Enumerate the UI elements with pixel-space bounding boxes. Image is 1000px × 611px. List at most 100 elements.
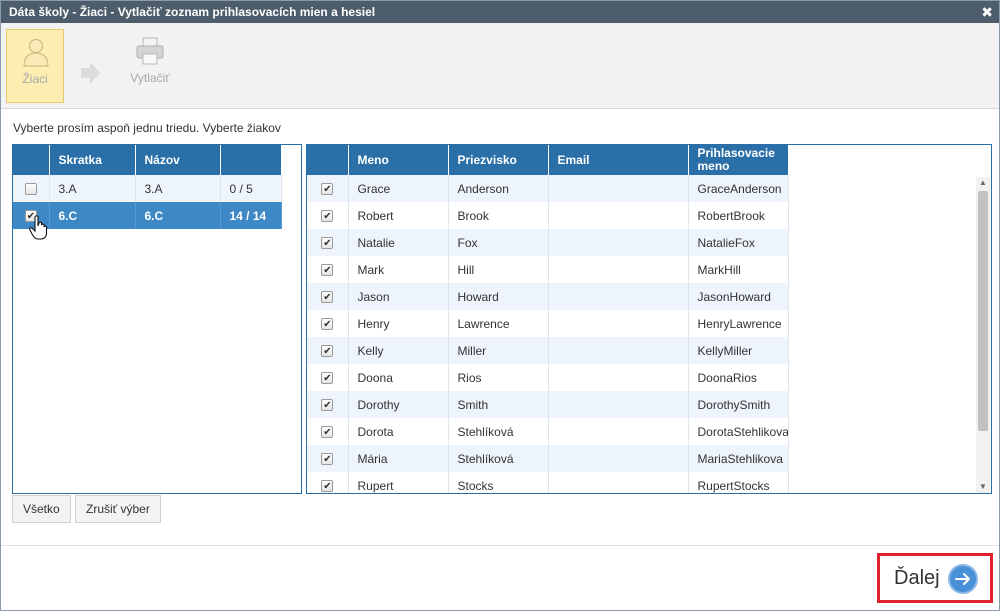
student-email bbox=[548, 472, 689, 493]
student-checkbox[interactable] bbox=[321, 399, 334, 412]
select-all-button[interactable]: Všetko bbox=[12, 495, 71, 523]
step-print[interactable]: Vytlačiť bbox=[121, 29, 179, 103]
classes-table: Skratka Názov 3.A 3.A 0 / 5 6.C 6.C 14 /… bbox=[13, 145, 282, 229]
student-row[interactable]: DorotaStehlíková DorotaStehlikova bbox=[307, 418, 789, 445]
student-email bbox=[548, 202, 689, 229]
student-login: RobertBrook bbox=[688, 202, 789, 229]
student-email bbox=[548, 229, 689, 256]
student-last-name: Stehlíková bbox=[448, 418, 549, 445]
student-first-name: Dorothy bbox=[348, 391, 449, 418]
student-checkbox-cell bbox=[307, 310, 349, 337]
student-checkbox[interactable] bbox=[321, 480, 334, 493]
class-name: 3.A bbox=[135, 175, 221, 202]
student-last-name: Fox bbox=[448, 229, 549, 256]
student-checkbox[interactable] bbox=[321, 237, 334, 250]
student-checkbox-cell bbox=[307, 229, 349, 256]
student-row[interactable]: RupertStocks RupertStocks bbox=[307, 472, 789, 493]
window-title: Dáta školy - Žiaci - Vytlačiť zoznam pri… bbox=[9, 5, 376, 19]
student-checkbox-cell bbox=[307, 418, 349, 445]
student-checkbox-cell bbox=[307, 337, 349, 364]
classes-header-row: Skratka Názov bbox=[13, 145, 282, 175]
step-students[interactable]: Žiaci bbox=[6, 29, 64, 103]
students-panel: Meno Priezvisko Email Prihlasovacie meno… bbox=[306, 144, 992, 494]
student-checkbox[interactable] bbox=[321, 183, 334, 196]
student-last-name: Rios bbox=[448, 364, 549, 391]
student-first-name: Mark bbox=[348, 256, 449, 283]
arrow-right-icon bbox=[81, 62, 100, 84]
student-login: HenryLawrence bbox=[688, 310, 789, 337]
student-row[interactable]: NatalieFox NatalieFox bbox=[307, 229, 789, 256]
classes-header-abbr[interactable]: Skratka bbox=[49, 145, 136, 175]
scroll-thumb[interactable] bbox=[978, 191, 988, 431]
class-count: 14 / 14 bbox=[220, 202, 282, 229]
student-checkbox[interactable] bbox=[321, 291, 334, 304]
class-row[interactable]: 3.A 3.A 0 / 5 bbox=[13, 175, 282, 202]
student-checkbox[interactable] bbox=[321, 318, 334, 331]
step-students-label: Žiaci bbox=[22, 72, 48, 86]
student-checkbox[interactable] bbox=[321, 345, 334, 358]
students-header-last[interactable]: Priezvisko bbox=[448, 145, 549, 175]
class-checkbox[interactable] bbox=[24, 183, 37, 196]
student-last-name: Miller bbox=[448, 337, 549, 364]
classes-header-name[interactable]: Názov bbox=[135, 145, 221, 175]
student-email bbox=[548, 310, 689, 337]
student-first-name: Kelly bbox=[348, 337, 449, 364]
student-last-name: Lawrence bbox=[448, 310, 549, 337]
arrow-right-circle-icon bbox=[948, 564, 978, 594]
student-checkbox-cell bbox=[307, 175, 349, 202]
student-email bbox=[548, 418, 689, 445]
student-first-name: Jason bbox=[348, 283, 449, 310]
student-email bbox=[548, 283, 689, 310]
student-checkbox-cell bbox=[307, 202, 349, 229]
student-first-name: Mária bbox=[348, 445, 449, 472]
student-first-name: Doona bbox=[348, 364, 449, 391]
step-print-label: Vytlačiť bbox=[130, 71, 170, 85]
student-email bbox=[548, 337, 689, 364]
class-row[interactable]: 6.C 6.C 14 / 14 bbox=[13, 202, 282, 229]
wizard-toolbar: Žiaci Vytlačiť bbox=[1, 23, 999, 109]
student-last-name: Stehlíková bbox=[448, 445, 549, 472]
student-email bbox=[548, 391, 689, 418]
dialog-window: Dáta školy - Žiaci - Vytlačiť zoznam pri… bbox=[0, 0, 1000, 611]
clear-selection-button[interactable]: Zrušiť výber bbox=[75, 495, 161, 523]
students-header-email[interactable]: Email bbox=[548, 145, 689, 175]
student-row[interactable]: JasonHoward JasonHoward bbox=[307, 283, 789, 310]
student-checkbox[interactable] bbox=[321, 453, 334, 466]
students-header-login[interactable]: Prihlasovacie meno bbox=[688, 145, 789, 175]
student-last-name: Howard bbox=[448, 283, 549, 310]
student-checkbox-cell bbox=[307, 445, 349, 472]
close-icon[interactable]: ✖ bbox=[981, 1, 993, 23]
student-checkbox[interactable] bbox=[321, 264, 334, 277]
student-row[interactable]: RobertBrook RobertBrook bbox=[307, 202, 789, 229]
next-button[interactable]: Ďalej bbox=[884, 560, 986, 596]
student-last-name: Brook bbox=[448, 202, 549, 229]
student-first-name: Rupert bbox=[348, 472, 449, 493]
student-row[interactable]: HenryLawrence HenryLawrence bbox=[307, 310, 789, 337]
students-scrollbar[interactable]: ▲ ▼ bbox=[976, 177, 990, 493]
scroll-down-icon[interactable]: ▼ bbox=[976, 481, 990, 493]
students-body: GraceAndersonGraceAndersonRobertBrookRob… bbox=[307, 175, 789, 493]
scroll-up-icon[interactable]: ▲ bbox=[976, 177, 990, 189]
student-checkbox[interactable] bbox=[321, 426, 334, 439]
student-login: DorothySmith bbox=[688, 391, 789, 418]
student-row[interactable]: DoonaRios DoonaRios bbox=[307, 364, 789, 391]
student-email bbox=[548, 364, 689, 391]
student-checkbox-cell bbox=[307, 364, 349, 391]
student-row[interactable]: GraceAnderson GraceAnderson bbox=[307, 175, 789, 202]
student-checkbox-cell bbox=[307, 256, 349, 283]
student-row[interactable]: KellyMiller KellyMiller bbox=[307, 337, 789, 364]
class-name: 6.C bbox=[135, 202, 221, 229]
classes-header-count bbox=[220, 145, 282, 175]
student-row[interactable]: MarkHill MarkHill bbox=[307, 256, 789, 283]
student-email bbox=[548, 175, 689, 202]
students-header-first[interactable]: Meno bbox=[348, 145, 449, 175]
student-checkbox-cell bbox=[307, 391, 349, 418]
student-checkbox[interactable] bbox=[321, 210, 334, 223]
student-last-name: Smith bbox=[448, 391, 549, 418]
classes-header-checkbox bbox=[13, 145, 50, 175]
student-row[interactable]: DorothySmith DorothySmith bbox=[307, 391, 789, 418]
student-first-name: Dorota bbox=[348, 418, 449, 445]
classes-panel: Skratka Názov 3.A 3.A 0 / 5 6.C 6.C 14 /… bbox=[12, 144, 302, 494]
student-row[interactable]: MáriaStehlíková MariaStehlikova bbox=[307, 445, 789, 472]
student-checkbox[interactable] bbox=[321, 372, 334, 385]
